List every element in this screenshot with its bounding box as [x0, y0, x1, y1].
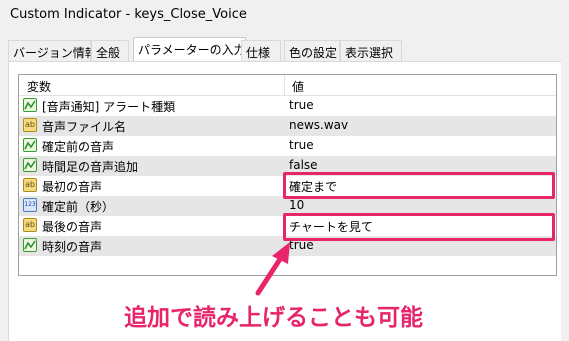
annotation-caption: 追加で読み上げることも可能	[124, 305, 423, 331]
annotation-arrow	[255, 242, 290, 296]
